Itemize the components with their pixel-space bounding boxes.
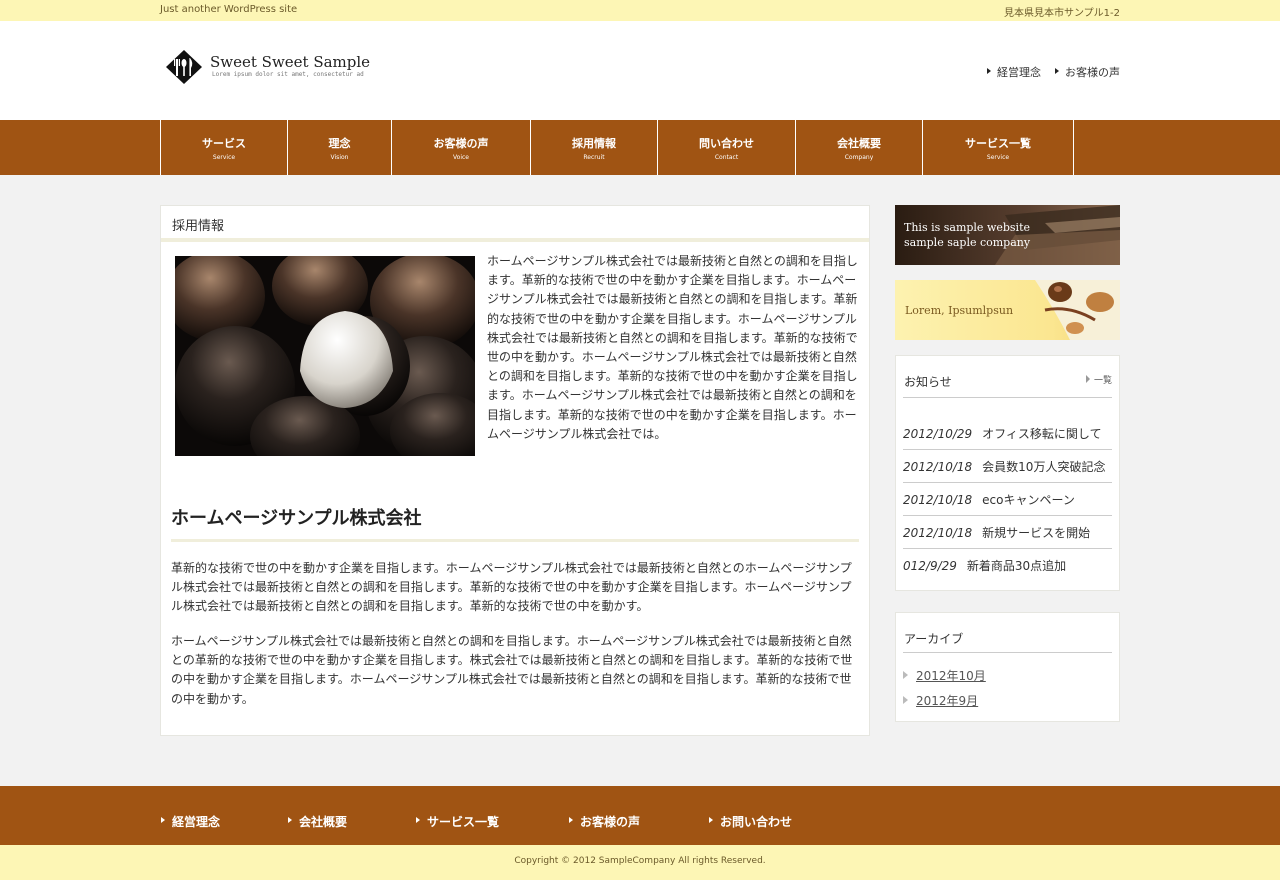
- main-content: 採用情報 ホームページサンプル株式会社では最新技術と自然との調和を目指します。革…: [160, 205, 870, 736]
- footer-link-voice[interactable]: お客様の声: [569, 813, 640, 830]
- footer-link-contact[interactable]: お問い合わせ: [709, 813, 792, 830]
- sidebar-banner-sample[interactable]: This is sample website sample saple comp…: [895, 205, 1120, 265]
- archive-list: 2012年10月 2012年9月: [903, 667, 986, 717]
- widget-title: お知らせ: [904, 375, 952, 389]
- news-item[interactable]: 012/9/29 新着商品30点追加: [903, 549, 1112, 582]
- header-links: 経営理念 お客様の声: [987, 64, 1120, 80]
- top-bar: Just another WordPress site 見本県見本市サンプル1-…: [0, 0, 1280, 21]
- nav-label: 採用情報: [572, 137, 616, 150]
- body-paragraph: ホームページサンプル株式会社では最新技術と自然との調和を目指します。ホームページ…: [171, 634, 853, 706]
- chocolates-photo: [175, 256, 475, 456]
- site-header: Sweet Sweet Sample Lorem ipsum dolor sit…: [0, 21, 1280, 120]
- nav-item-company[interactable]: 会社概要 Company: [796, 120, 923, 175]
- news-item[interactable]: 2012/10/29 オフィス移転に関して: [903, 417, 1112, 450]
- news-list: 2012/10/29 オフィス移転に関して 2012/10/18 会員数10万人突破…: [903, 417, 1112, 582]
- sidebar-banner-lorem[interactable]: Lorem, Ipsumlpsun: [895, 280, 1120, 340]
- archive-link[interactable]: 2012年9月: [903, 692, 986, 717]
- footer-link-company[interactable]: 会社概要: [288, 813, 347, 830]
- footer-link-philosophy[interactable]: 経営理念: [161, 813, 220, 830]
- news-text: 新規サービスを開始: [982, 526, 1091, 540]
- news-text: ecoキャンペーン: [982, 493, 1075, 507]
- page-title: 採用情報: [161, 206, 869, 242]
- section-title: ホームページサンプル株式会社: [171, 504, 859, 542]
- news-date: 012/9/29: [903, 559, 957, 573]
- site-logo[interactable]: Sweet Sweet Sample Lorem ipsum dolor sit…: [165, 49, 370, 85]
- news-more-link[interactable]: 一覧: [1085, 373, 1112, 386]
- nav-sublabel: Company: [844, 154, 874, 161]
- header-link-voice[interactable]: お客様の声: [1055, 64, 1120, 80]
- nav-sublabel: Service: [986, 154, 1010, 161]
- site-address: 見本県見本市サンプル1-2: [1003, 8, 1120, 19]
- widget-title: アーカイブ: [904, 632, 964, 646]
- nav-label: 会社概要: [837, 137, 881, 150]
- nav-label: お客様の声: [433, 137, 489, 150]
- nav-item-recruit[interactable]: 採用情報 Recruit: [531, 120, 658, 175]
- site-tagline: Just another WordPress site: [160, 4, 298, 15]
- intro-text: ホームページサンプル株式会社では最新技術と自然との調和を目指します。革新的な技術…: [487, 254, 858, 441]
- news-text: 新着商品30点追加: [966, 559, 1067, 573]
- banner-text-line: sample saple company: [904, 236, 1031, 249]
- logo-subtitle: Lorem ipsum dolor sit amet, consectetur …: [212, 71, 364, 78]
- nav-sublabel: Recruit: [583, 154, 605, 161]
- news-widget: お知らせ 一覧 2012/10/29 オフィス移転に関して 2012/10/18 会…: [895, 355, 1120, 591]
- nav-item-contact[interactable]: 問い合わせ Contact: [658, 120, 796, 175]
- news-item[interactable]: 2012/10/18 ecoキャンペーン: [903, 483, 1112, 516]
- nav-label: サービス一覧: [965, 137, 1031, 150]
- news-text: 会員数10万人突破記念: [982, 460, 1106, 474]
- news-item[interactable]: 2012/10/18 会員数10万人突破記念: [903, 450, 1112, 483]
- cutlery-diamond-icon: [166, 50, 202, 84]
- nav-label: 問い合わせ: [699, 137, 754, 150]
- copyright-bar: Copyright © 2012 SampleCompany All right…: [0, 845, 1280, 880]
- banner-text-line: This is sample website: [904, 221, 1031, 234]
- logo-title: Sweet Sweet Sample: [210, 53, 371, 71]
- body-paragraph: 革新的な技術で世の中を動かす企業を目指します。ホームページサンプル株式会社では最…: [171, 561, 852, 614]
- news-date: 2012/10/18: [903, 460, 973, 474]
- news-date: 2012/10/18: [903, 526, 973, 540]
- nav-item-vision[interactable]: 理念 Vision: [288, 120, 392, 175]
- header-link-philosophy[interactable]: 経営理念: [987, 64, 1041, 80]
- banner-text: Lorem, Ipsumlpsun: [905, 304, 1014, 317]
- nav-label: サービス: [202, 137, 246, 150]
- nav-item-service-list[interactable]: サービス一覧 Service: [923, 120, 1074, 175]
- nav-sublabel: Voice: [453, 154, 469, 161]
- site-footer: 経営理念 会社概要 サービス一覧 お客様の声 お問い合わせ: [0, 786, 1280, 845]
- news-date: 2012/10/18: [903, 493, 973, 507]
- news-date: 2012/10/29: [903, 427, 973, 441]
- news-item[interactable]: 2012/10/18 新規サービスを開始: [903, 516, 1112, 549]
- nav-item-service[interactable]: サービス Service: [161, 120, 288, 175]
- news-text: オフィス移転に関して: [982, 427, 1102, 441]
- nav-sublabel: Vision: [330, 154, 349, 161]
- nav-sublabel: Service: [212, 154, 236, 161]
- global-nav: サービス Service 理念 Vision お客様の声 Voice 採用情報 …: [0, 120, 1280, 175]
- copyright-text: Copyright © 2012 SampleCompany All right…: [514, 856, 766, 866]
- footer-link-service-list[interactable]: サービス一覧: [416, 813, 499, 830]
- nav-sublabel: Contact: [714, 154, 739, 161]
- nav-label: 理念: [328, 137, 351, 150]
- archive-link[interactable]: 2012年10月: [903, 667, 986, 692]
- nav-item-voice[interactable]: お客様の声 Voice: [392, 120, 531, 175]
- archive-widget: アーカイブ 2012年10月 2012年9月: [895, 612, 1120, 722]
